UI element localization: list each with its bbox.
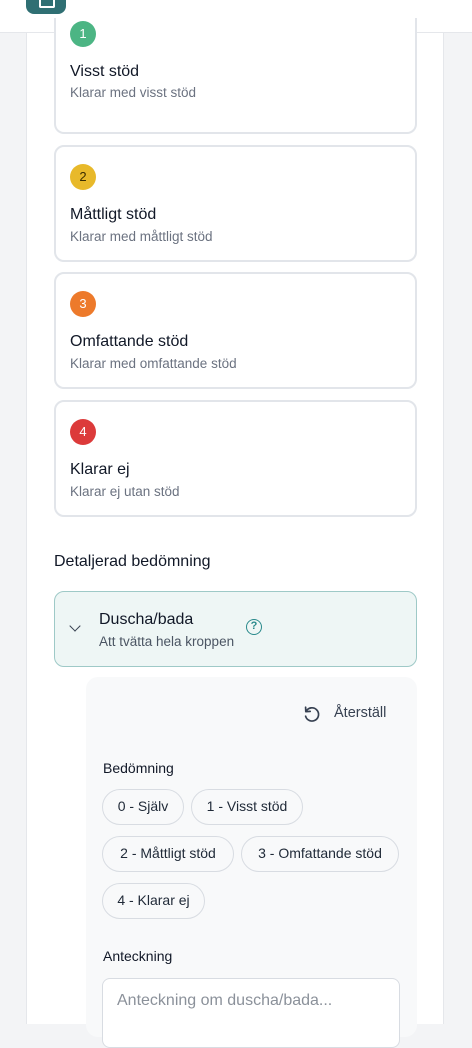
level-badge-4: 4 (70, 419, 96, 445)
rating-option-3[interactable]: 3 - Omfattande stöd (241, 836, 399, 872)
note-label: Anteckning (103, 948, 173, 964)
level-card-1[interactable]: 1 Visst stöd Klarar med visst stöd (54, 18, 417, 134)
activity-subtitle: Att tvätta hela kroppen (99, 634, 235, 649)
level-badge-2: 2 (70, 164, 96, 190)
activity-title: Duscha/bada (99, 611, 194, 628)
help-icon[interactable]: ? (246, 619, 262, 635)
activity-detail-panel: Återställ Bedömning 0 - Själv 1 - Visst … (86, 677, 417, 1048)
level-card-4[interactable]: 4 Klarar ej Klarar ej utan stöd (54, 400, 417, 517)
level-badge-3: 3 (70, 291, 96, 317)
note-placeholder: Anteckning om duscha/bada... (117, 992, 333, 1009)
rating-option-2[interactable]: 2 - Måttligt stöd (102, 836, 234, 872)
level-description: Klarar med visst stöd (70, 85, 197, 100)
level-description: Klarar med måttligt stöd (70, 229, 213, 244)
level-description: Klarar ej utan stöd (70, 484, 180, 499)
level-title: Visst stöd (70, 63, 140, 80)
level-card-3[interactable]: 3 Omfattande stöd Klarar med omfattande … (54, 272, 417, 389)
assessment-label: Bedömning (103, 760, 174, 776)
chevron-down-icon[interactable] (69, 620, 81, 632)
rating-option-0[interactable]: 0 - Själv (102, 789, 184, 825)
rating-option-1[interactable]: 1 - Visst stöd (191, 789, 303, 825)
activity-accordion-header[interactable]: Duscha/bada Att tvätta hela kroppen ? (54, 591, 417, 667)
level-title: Klarar ej (70, 461, 130, 478)
level-title: Måttligt stöd (70, 206, 157, 223)
rating-option-4[interactable]: 4 - Klarar ej (102, 883, 205, 919)
reset-label: Återställ (334, 705, 387, 721)
level-title: Omfattande stöd (70, 333, 189, 350)
level-card-2[interactable]: 2 Måttligt stöd Klarar med måttligt stöd (54, 145, 417, 262)
app-logo-icon[interactable] (26, 0, 66, 14)
reset-button[interactable]: Återställ (302, 701, 402, 727)
note-textarea[interactable]: Anteckning om duscha/bada... (102, 978, 400, 1048)
level-badge-1: 1 (70, 21, 96, 47)
reset-icon (304, 706, 320, 722)
section-heading: Detaljerad bedömning (54, 553, 211, 570)
level-description: Klarar med omfattande stöd (70, 356, 237, 371)
